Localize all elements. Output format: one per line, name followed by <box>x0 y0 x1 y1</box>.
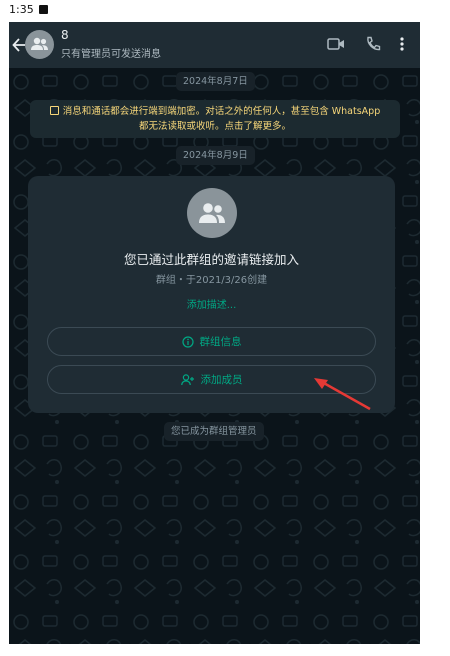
avatar[interactable] <box>25 30 54 59</box>
phone-call-icon[interactable] <box>365 36 381 52</box>
encryption-notice-line1: 消息和通话都会进行端到端加密。对话之外的任何人，甚至包含 WhatsApp <box>62 106 381 117</box>
group-info-button[interactable]: 群组信息 <box>47 327 376 356</box>
card-subtitle: 群组・于2021/3/26创建 <box>155 275 268 286</box>
date-chip-2: 2024年8月9日 <box>176 146 255 165</box>
date-chip-1: 2024年8月7日 <box>176 72 255 91</box>
status-bar: 1:35 <box>9 0 420 22</box>
card-title: 您已通过此群组的邀请链接加入 <box>123 252 299 267</box>
group-avatar-icon <box>199 203 225 223</box>
notification-icon <box>39 5 48 14</box>
admin-notice: 您已成为群组管理员 <box>164 422 264 441</box>
add-member-label: 添加成员 <box>200 374 243 386</box>
phone-screen: 1:35 8 只有管理员可发送消息 2024年8月7日 消息和通话都会进行端到端… <box>9 0 420 644</box>
back-arrow-icon[interactable] <box>12 36 26 54</box>
chat-area[interactable]: 2024年8月7日 消息和通话都会进行端到端加密。对话之外的任何人，甚至包含 W… <box>9 68 420 644</box>
group-avatar-icon <box>31 37 48 50</box>
lock-icon <box>49 106 59 115</box>
more-vert-icon[interactable] <box>399 36 405 52</box>
add-person-icon <box>180 373 195 386</box>
chat-subtitle[interactable]: 只有管理员可发送消息 <box>61 45 161 60</box>
group-avatar[interactable] <box>187 188 237 238</box>
chat-header: 8 只有管理员可发送消息 <box>9 22 420 68</box>
chat-title[interactable]: 8 <box>61 28 69 42</box>
add-description-link[interactable]: 添加描述... <box>28 296 395 311</box>
annotation-arrow <box>314 378 371 411</box>
group-info-label: 群组信息 <box>199 336 242 348</box>
info-icon <box>181 335 194 348</box>
encryption-notice-line2: 都无法读取或收听。点击了解更多。 <box>138 121 291 132</box>
video-call-icon[interactable] <box>327 37 345 51</box>
encryption-notice[interactable]: 消息和通话都会进行端到端加密。对话之外的任何人，甚至包含 WhatsApp 都无… <box>30 100 400 138</box>
status-time: 1:35 <box>9 3 34 16</box>
